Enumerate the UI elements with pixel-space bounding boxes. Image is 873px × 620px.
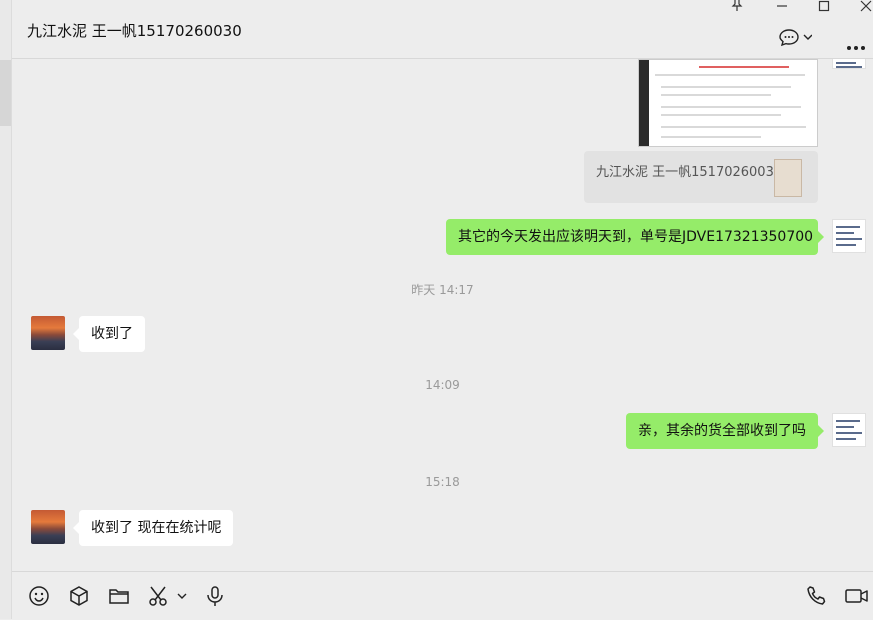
self-message-bubble[interactable]: 其它的今天发出应该明天到，单号是JDVE17321350700: [446, 219, 824, 255]
quoted-message[interactable]: 九江水泥 王一帆15170260030:: [584, 151, 818, 203]
folder-icon[interactable]: [107, 584, 131, 608]
maximize-icon[interactable]: [818, 0, 830, 16]
contact-avatar[interactable]: [31, 510, 65, 544]
microphone-icon[interactable]: [203, 584, 227, 608]
contact-message-bubble[interactable]: 收到了: [73, 316, 145, 352]
input-toolbar: [12, 571, 873, 620]
emoji-icon[interactable]: [27, 584, 51, 608]
contact-avatar[interactable]: [31, 316, 65, 350]
phone-icon[interactable]: [804, 584, 828, 608]
scroll-thumb[interactable]: [0, 60, 11, 126]
self-avatar[interactable]: [832, 219, 866, 253]
chat-bubble-icon[interactable]: [778, 28, 813, 52]
minimize-icon[interactable]: [776, 0, 788, 16]
quoted-image-thumbnail[interactable]: [774, 159, 802, 197]
left-panel-edge: [0, 0, 12, 619]
image-message[interactable]: [638, 59, 818, 147]
close-icon[interactable]: [860, 0, 872, 16]
contact-message-bubble[interactable]: 收到了 现在在统计呢: [72, 510, 234, 546]
timestamp: 14:09: [425, 378, 460, 392]
self-avatar[interactable]: [832, 59, 866, 69]
scissors-icon[interactable]: [147, 584, 191, 608]
quoted-sender: 九江水泥 王一帆15170260030:: [596, 165, 787, 180]
video-icon[interactable]: [844, 584, 870, 608]
chat-title: 九江水泥 王一帆15170260030: [27, 22, 242, 40]
self-avatar[interactable]: [832, 413, 866, 447]
message-list[interactable]: 九江水泥 王一帆15170260030: 其它的今天发出应该明天到，单号是JDV…: [12, 59, 873, 570]
chat-header: 九江水泥 王一帆15170260030: [12, 0, 873, 59]
self-message-bubble[interactable]: 亲，其余的货全部收到了吗: [626, 413, 824, 449]
pin-icon[interactable]: [730, 0, 744, 16]
timestamp: 昨天 14:17: [411, 283, 474, 297]
timestamp: 15:18: [425, 475, 460, 489]
more-icon[interactable]: [846, 36, 866, 55]
cube-icon[interactable]: [67, 584, 91, 608]
